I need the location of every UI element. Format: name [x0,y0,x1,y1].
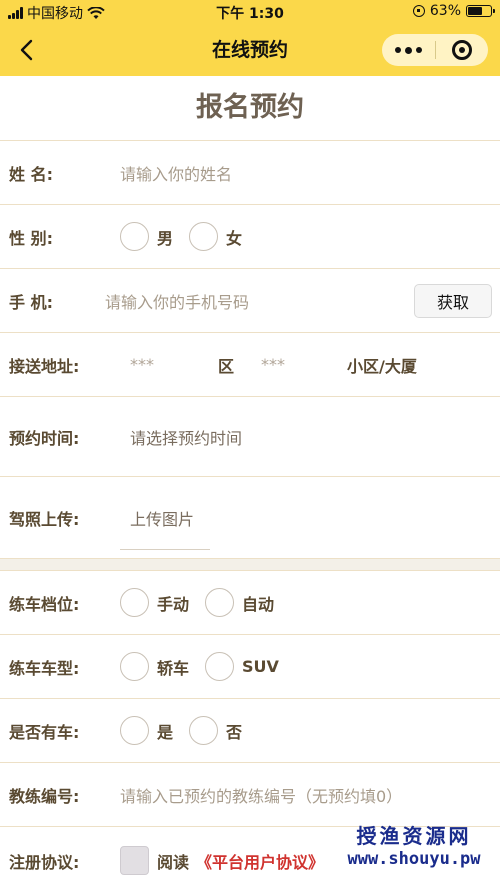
radio-label: 男 [157,228,174,248]
rotation-lock-icon [412,5,425,17]
radio-circle[interactable] [120,588,149,617]
phone-input[interactable]: 请输入你的手机号码 [105,289,249,313]
radio-label: 手动 [157,594,190,614]
radio-circle[interactable] [189,716,219,745]
radio-circle[interactable] [120,716,149,745]
more-dots-icon [395,47,401,53]
page-title: 报名预约 [196,92,304,123]
watermark: 授渔资源网 www.shouyu.pw [334,824,494,876]
coach-label: 教练编号: [9,786,80,806]
get-code-button[interactable]: 获取 [414,283,492,318]
district-unit: 区 [218,356,235,376]
gear-radio-group: 手动 自动 [120,588,290,617]
address-row: 接送地址: *** 区 *** 小区/大厦 [0,332,500,396]
gear-option-auto[interactable]: 自动 [205,588,274,617]
time-label: 预约时间: [9,428,80,448]
battery-percent: 63% [429,3,461,19]
community-input[interactable]: *** [261,355,285,374]
battery-icon [466,5,495,17]
back-button[interactable] [12,36,40,64]
gender-label: 性 别: [9,228,53,248]
watermark-en: www.shouyu.pw [347,849,481,869]
car-type-radio-group: 轿车 SUV [120,652,295,681]
radio-circle[interactable] [120,652,149,681]
section-divider [0,558,500,570]
time-picker[interactable]: 请选择预约时间 [130,425,242,449]
more-button[interactable] [382,34,435,66]
radio-circle[interactable] [189,222,219,251]
coach-row: 教练编号: 请输入已预约的教练编号（无预约填0） [0,762,500,826]
agreement-link[interactable]: 《平台用户协议》 [196,849,324,873]
radio-label: 否 [226,722,243,742]
car-type-option-suv[interactable]: SUV [205,652,279,681]
miniprogram-capsule [382,34,488,66]
radio-label: 轿车 [157,658,190,678]
has-car-row: 是否有车: 是 否 [0,698,500,762]
has-car-option-yes[interactable]: 是 [120,716,173,745]
has-car-option-no[interactable]: 否 [189,716,242,745]
gear-row: 练车档位: 手动 自动 [0,570,500,634]
close-miniprogram-button[interactable] [436,34,488,66]
phone-label: 手 机: [9,292,53,312]
coach-number-input[interactable]: 请输入已预约的教练编号（无预约填0） [120,783,402,807]
nav-bar: 在线预约 [0,24,500,76]
time-row: 预约时间: 请选择预约时间 [0,396,500,476]
district-input[interactable]: *** [130,355,154,374]
status-right: 63% [412,3,495,19]
target-circle-icon [452,40,472,60]
license-label: 驾照上传: [9,509,80,529]
radio-label: 是 [157,722,174,742]
radio-circle[interactable] [120,222,149,251]
radio-label: 自动 [242,594,275,614]
upload-underline [120,549,210,550]
car-type-row: 练车车型: 轿车 SUV [0,634,500,698]
status-bar: 中国移动 下午 1:30 63% [0,0,500,24]
chevron-left-icon [20,39,33,61]
has-car-radio-group: 是 否 [120,716,258,745]
gender-option-male[interactable]: 男 [120,222,173,251]
radio-circle[interactable] [205,652,235,681]
upload-image-button[interactable]: 上传图片 [130,506,194,530]
name-row: 姓 名: 请输入你的姓名 [0,140,500,204]
radio-circle[interactable] [205,588,235,617]
agreement-label: 注册协议: [9,853,80,872]
battery-fill [468,7,482,15]
car-type-label: 练车车型: [9,658,80,678]
radio-label: 女 [226,228,243,248]
agreement-checkbox[interactable] [120,846,149,875]
gender-option-female[interactable]: 女 [189,222,242,251]
gender-radio-group: 男 女 [120,222,258,251]
gender-row: 性 别: 男 女 [0,204,500,268]
name-input[interactable]: 请输入你的姓名 [120,161,232,185]
gear-label: 练车档位: [9,594,80,614]
gear-option-manual[interactable]: 手动 [120,588,189,617]
radio-label: SUV [242,657,279,676]
phone-row: 手 机: 请输入你的手机号码 获取 [0,268,500,332]
name-label: 姓 名: [9,164,53,184]
community-unit: 小区/大厦 [347,356,417,376]
watermark-cn: 授渔资源网 [356,824,472,848]
license-row: 驾照上传: 上传图片 [0,476,500,558]
has-car-label: 是否有车: [9,722,80,742]
car-type-option-sedan[interactable]: 轿车 [120,652,189,681]
agreement-read-text: 阅读 [157,853,190,872]
address-label: 接送地址: [9,356,80,376]
